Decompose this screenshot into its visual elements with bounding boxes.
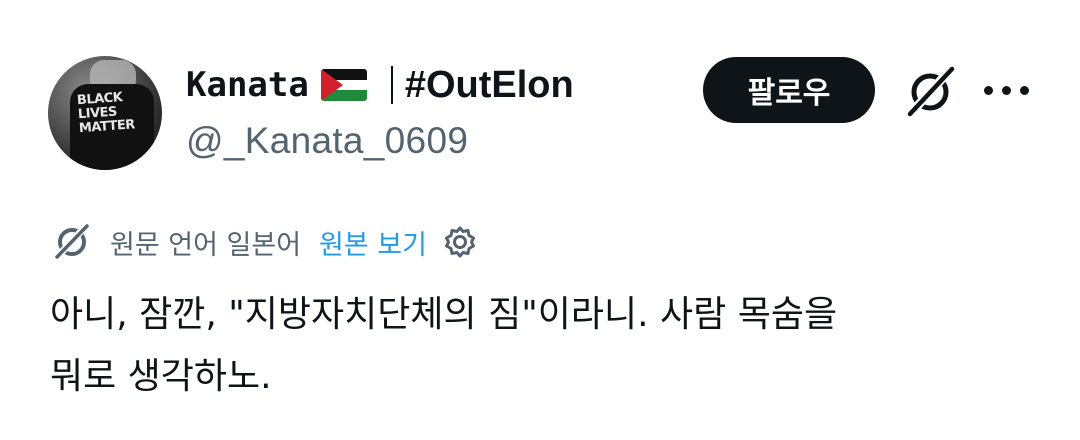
- gear-icon[interactable]: [441, 223, 479, 261]
- grok-translate-icon: [54, 222, 90, 260]
- grok-icon[interactable]: [902, 64, 958, 120]
- name-separator: [390, 66, 393, 104]
- translation-source-label: 원문 언어 일본어: [110, 229, 302, 261]
- follow-button[interactable]: 팔로우: [703, 57, 875, 123]
- display-name[interactable]: Kanata: [186, 65, 309, 105]
- more-dots-icon[interactable]: [984, 84, 1030, 98]
- avatar-shirt-text: BLACK LIVES MATTER: [76, 90, 136, 137]
- translation-bar: 원문 언어 일본어 원본 보기: [52, 220, 479, 264]
- display-name-hashtag[interactable]: #OutElon: [405, 64, 574, 107]
- avatar[interactable]: BLACK LIVES MATTER: [48, 56, 162, 170]
- user-handle[interactable]: @_Kanata_0609: [186, 120, 468, 162]
- show-original-link[interactable]: 원본 보기: [319, 223, 427, 262]
- palestine-flag-icon: [320, 69, 367, 101]
- tweet-text: 아니, 잠깐, "지방자치단체의 짐"이라니. 사람 목숨을 뭐로 생각하노.: [50, 294, 838, 397]
- user-name-row[interactable]: Kanata #OutElon: [186, 60, 574, 110]
